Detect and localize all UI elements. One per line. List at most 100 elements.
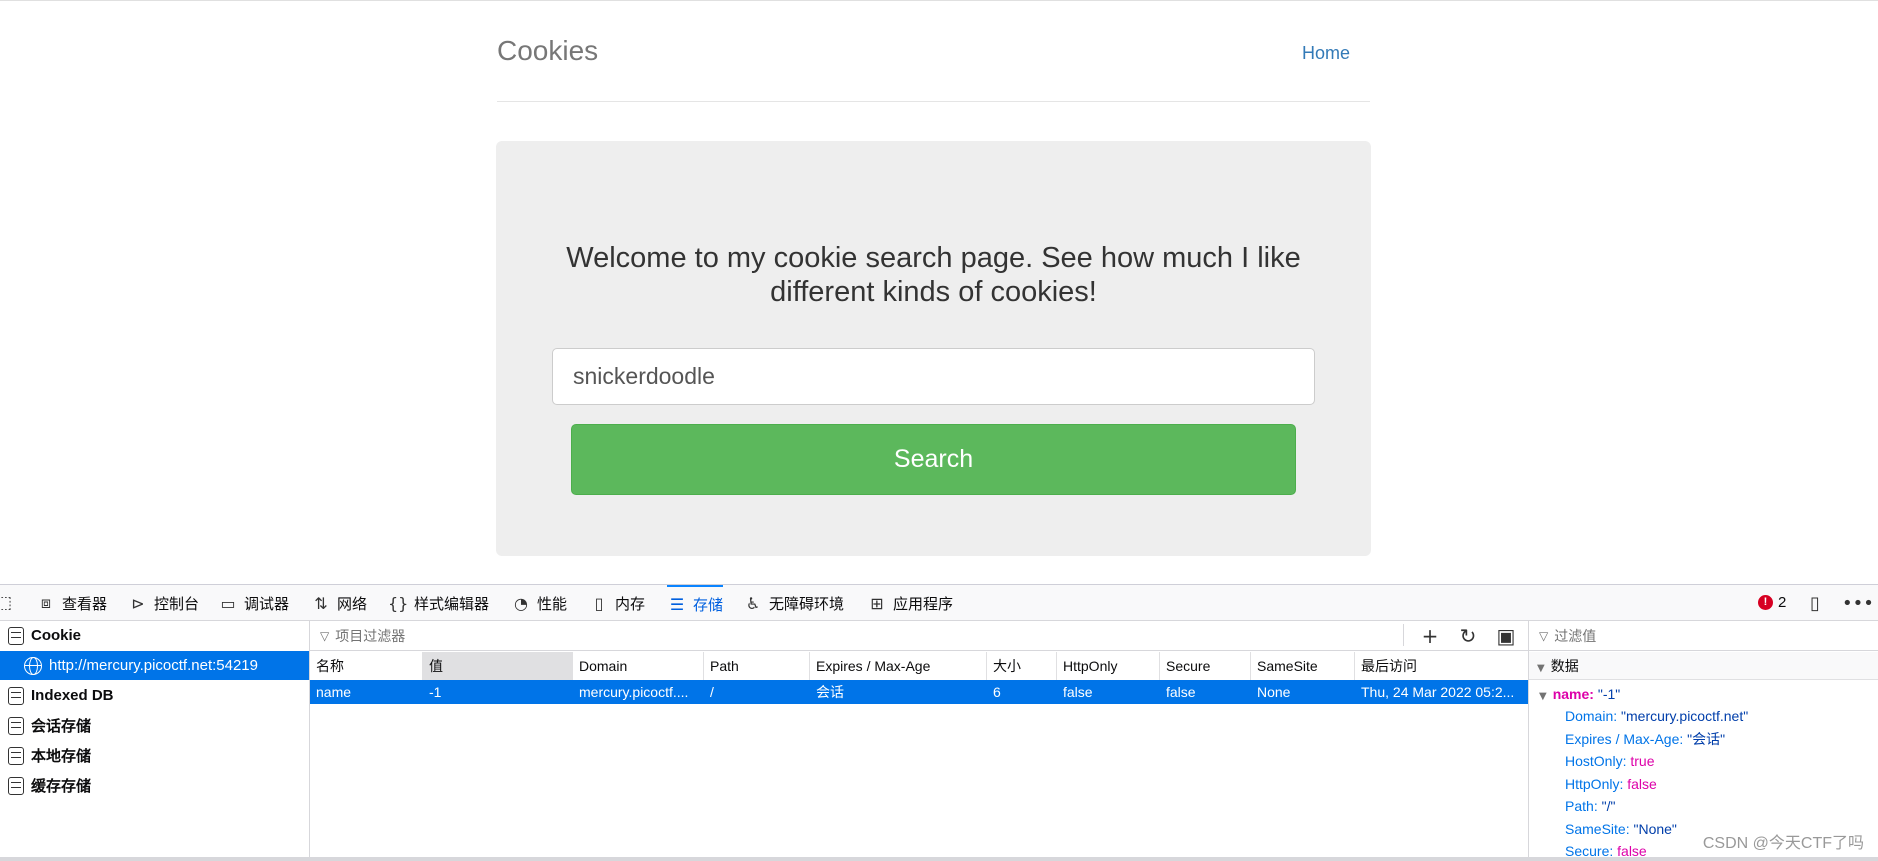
column-header[interactable]: Expires / Max-Age (810, 652, 987, 680)
console-icon: ⊳ (131, 593, 145, 613)
column-header[interactable]: 大小 (987, 652, 1057, 680)
search-panel: Welcome to my cookie search page. See ho… (496, 141, 1371, 556)
filter-icon: ▽ (1539, 628, 1549, 643)
column-header[interactable]: 名称 (310, 652, 423, 680)
items-filter-input[interactable]: ▽ 项目过滤器 + ↻ ▣ (310, 621, 1528, 651)
devtools-toolbar: ⬚ ⧈ 查看器 ⊳ 控制台 ▭ 调试器 ⇅ 网络 {} 样式编辑器 ◔ 性能 ▯ 内存 ☰ 存储… (0, 585, 1878, 621)
tab-style-editor[interactable]: {} 样式编辑器 (388, 585, 489, 621)
tab-label: 存储 (693, 596, 724, 614)
table-cell: Thu, 24 Mar 2022 05:2... (1361, 684, 1515, 700)
memory-icon: ▯ (594, 593, 604, 613)
data-section-header[interactable]: ▼ 数据 (1529, 652, 1878, 680)
element-picker-icon[interactable]: ⬚ (0, 593, 12, 613)
application-icon: ⊞ (870, 593, 884, 613)
detail-key: name (1552, 686, 1590, 702)
details-sidebar: ▽ 过滤值 ▼ 数据 ▼ name: "-1" Domain: "mercury.p… (1528, 621, 1878, 861)
table-cell: -1 (429, 684, 442, 700)
tree-cookie[interactable]: Cookie (0, 621, 309, 650)
filter-placeholder: 项目过滤器 (335, 627, 406, 644)
column-header[interactable]: HttpOnly (1057, 652, 1160, 680)
expand-icon: ▼ (1539, 691, 1547, 702)
tree-cache-storage[interactable]: 缓存存储 (0, 771, 309, 800)
scrollbar-track[interactable] (0, 857, 1878, 861)
tab-label: 样式编辑器 (414, 595, 490, 613)
tab-storage[interactable]: ☰ 存储 (667, 585, 724, 621)
column-header[interactable]: Domain (573, 652, 704, 680)
detail-value: true (1630, 753, 1655, 769)
tab-label: 查看器 (62, 595, 108, 613)
column-header[interactable]: 值 (423, 652, 573, 680)
more-options-icon[interactable]: ••• (1842, 593, 1874, 614)
tab-label: 无障碍环境 (769, 595, 845, 613)
tab-performance[interactable]: ◔ 性能 (511, 585, 567, 621)
error-count-text: 2 (1778, 594, 1787, 611)
section-label: 数据 (1550, 658, 1579, 674)
detail-value: "-1" (1597, 686, 1621, 702)
values-filter-input[interactable]: ▽ 过滤值 (1529, 621, 1878, 651)
tree-label: http://mercury.picoctf.net:54219 (49, 657, 258, 674)
toggle-sidebar-icon[interactable]: ▣ (1494, 624, 1518, 648)
tree-local-storage[interactable]: 本地存储 (0, 741, 309, 770)
add-item-icon[interactable]: + (1418, 624, 1442, 648)
tab-network[interactable]: ⇅ 网络 (311, 585, 367, 621)
tab-accessibility[interactable]: ♿ 无障碍环境 (743, 585, 844, 621)
tree-origin[interactable]: http://mercury.picoctf.net:54219 (0, 651, 309, 680)
performance-icon: ◔ (514, 593, 528, 613)
detail-property[interactable]: HttpOnly: false (1565, 773, 1657, 795)
tab-inspector[interactable]: ⧈ 查看器 (36, 585, 107, 621)
table-cell: None (1257, 684, 1291, 700)
column-header[interactable]: SameSite (1251, 652, 1355, 680)
tab-label: 内存 (615, 595, 646, 613)
detail-property[interactable]: Expires / Max-Age: "会话" (1565, 728, 1725, 750)
detail-value: "None" (1633, 820, 1677, 837)
home-link[interactable]: Home (1302, 43, 1350, 64)
responsive-design-icon[interactable]: ▯ (1810, 593, 1820, 614)
inspector-icon: ⧈ (40, 593, 52, 612)
tree-label: Cookie (31, 627, 82, 644)
tree-indexed-db[interactable]: Indexed DB (0, 681, 309, 710)
detail-value: "mercury.picoctf.net" (1621, 708, 1749, 724)
tab-label: 控制台 (154, 595, 200, 613)
site-title: Cookies (497, 35, 599, 66)
column-header[interactable]: 最后访问 (1355, 652, 1528, 680)
detail-main-entry[interactable]: ▼ name: "-1" (1539, 683, 1620, 705)
divider (1403, 624, 1404, 646)
table-cell: 6 (993, 684, 1001, 700)
expand-icon: ▼ (1537, 663, 1545, 674)
detail-key: HttpOnly (1565, 775, 1620, 792)
tab-console[interactable]: ⊳ 控制台 (128, 585, 199, 621)
error-icon: ! (1758, 595, 1773, 610)
detail-key: HostOnly (1565, 753, 1623, 769)
filter-placeholder: 过滤值 (1554, 627, 1597, 644)
tab-label: 性能 (537, 595, 568, 613)
welcome-heading: Welcome to my cookie search page. See ho… (566, 242, 1301, 308)
error-count[interactable]: ! 2 (1758, 594, 1786, 611)
table-cell: / (710, 684, 714, 700)
detail-key: Domain (1565, 708, 1614, 724)
storage-icon (8, 626, 24, 645)
site-header: Cookies Home (497, 1, 1370, 102)
storage-icon (8, 776, 24, 795)
tab-memory[interactable]: ▯ 内存 (589, 585, 645, 621)
detail-property[interactable]: Domain: "mercury.picoctf.net" (1565, 705, 1748, 727)
detail-property[interactable]: SameSite: "None" (1565, 818, 1677, 840)
table-cell: 会话 (816, 684, 844, 700)
detail-value: "/" (1601, 798, 1616, 814)
refresh-icon[interactable]: ↻ (1456, 624, 1480, 648)
search-button[interactable]: Search (571, 424, 1296, 495)
cookie-search-input[interactable]: snickerdoodle (552, 348, 1315, 405)
tab-debugger[interactable]: ▭ 调试器 (218, 585, 289, 621)
cookie-table: ▽ 项目过滤器 + ↻ ▣ 名称 值 Domain Path Expires /… (310, 621, 1528, 861)
tree-session-storage[interactable]: 会话存储 (0, 711, 309, 740)
table-row[interactable]: name -1 mercury.picoctf.... / 会话 6 false… (310, 680, 1528, 704)
tab-application[interactable]: ⊞ 应用程序 (867, 585, 953, 621)
web-page: Cookies Home Welcome to my cookie search… (0, 0, 1878, 584)
tree-label: 缓存存储 (31, 778, 92, 795)
tab-label: 网络 (337, 595, 368, 613)
column-header[interactable]: Secure (1160, 652, 1251, 680)
tree-label: Indexed DB (31, 687, 114, 704)
detail-property[interactable]: HostOnly: true (1565, 750, 1654, 772)
column-header[interactable]: Path (704, 652, 810, 680)
table-cell: false (1063, 684, 1093, 700)
detail-property[interactable]: Path: "/" (1565, 795, 1615, 817)
